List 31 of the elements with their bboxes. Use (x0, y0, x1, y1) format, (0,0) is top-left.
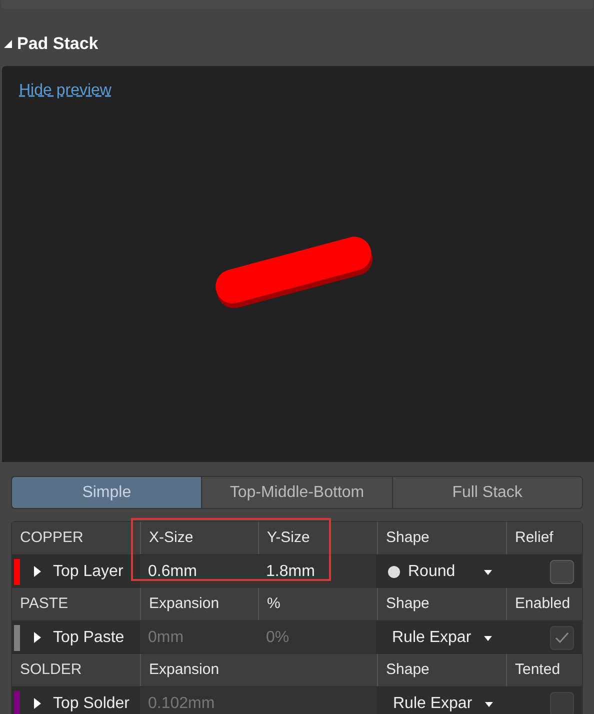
column-header: Enabled (514, 594, 572, 614)
column-header: Y-Size (266, 528, 311, 548)
checkmark-icon (555, 632, 569, 644)
column-header: Expansion (148, 594, 220, 614)
column-header: Shape (385, 528, 430, 548)
column-header: SOLDER (19, 660, 83, 680)
column-header: Shape (385, 594, 430, 614)
column-header: X-Size (148, 528, 194, 548)
column-header: PASTE (19, 594, 70, 614)
view-tab[interactable]: Top-Middle-Bottom (201, 477, 392, 508)
section-title: Pad Stack (17, 32, 98, 55)
expand-arrow-icon[interactable] (34, 698, 41, 709)
column-header: Expansion (148, 660, 220, 680)
layer-name: Top Solder (53, 694, 130, 714)
expand-arrow-icon[interactable] (34, 632, 41, 643)
column-header: Relief (514, 528, 554, 548)
column-header: COPPER (19, 528, 84, 548)
view-tab[interactable]: Simple (12, 477, 202, 508)
column-header: Shape (385, 660, 430, 680)
column-header: Tented (514, 660, 562, 680)
shape-dropdown[interactable]: Rule Expar (377, 687, 506, 714)
view-tab[interactable]: Full Stack (392, 477, 582, 508)
expand-arrow-icon[interactable] (34, 566, 41, 577)
hide-preview-link[interactable]: Hide preview (19, 79, 112, 103)
checkbox[interactable] (550, 560, 574, 584)
shape-dropdown[interactable]: Rule Expar (376, 621, 505, 654)
layer-name: Top Paste (53, 628, 124, 648)
collapse-triangle-icon[interactable] (3, 38, 13, 48)
shape-dropdown[interactable]: Round (376, 555, 505, 588)
layer-name: Top Layer (53, 562, 124, 582)
column-header: % (266, 594, 282, 614)
